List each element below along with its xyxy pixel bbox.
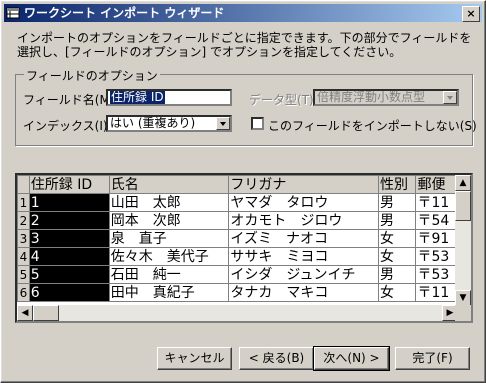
row-number: 6 [17, 283, 30, 302]
table-cell[interactable]: 男 [377, 193, 417, 212]
table-row: 2 2 岡本 次郎 オカモト ジロウ 男 〒54 [17, 211, 458, 230]
table-cell[interactable]: イシダ ジュンイチ [228, 265, 379, 284]
index-label: インデックス(I): [23, 119, 112, 133]
table-cell[interactable]: 2 [28, 211, 110, 230]
field-name-value: 住所録 ID [110, 90, 165, 104]
index-value: はい (重複あり) [110, 116, 196, 130]
column-header[interactable]: フリガナ [228, 175, 379, 194]
table-cell[interactable]: 6 [28, 283, 110, 302]
grid-viewport: 住所録 ID 氏名 フリガナ 性別 郵便 1 1 山田 太郎 ヤマダ タロウ 男… [17, 175, 458, 306]
description-text: インポートのオプションをフィールドごとに指定できます。下の部分でフィールドを選択… [17, 31, 472, 59]
table-cell[interactable]: ヤマダ タロウ [228, 193, 379, 212]
column-header[interactable]: 氏名 [108, 175, 230, 194]
header-row: 住所録 ID 氏名 フリガナ 性別 郵便 [17, 175, 458, 194]
skip-field-label[interactable]: このフィールドをインポートしない(S) [268, 117, 477, 134]
wizard-window: ワークシート インポート ウィザード × インポートのオプションをフィールドごと… [0, 0, 486, 383]
scrollbar-corner [455, 305, 471, 321]
data-type-select: 倍精度浮動小数点型 [313, 89, 459, 106]
skip-field-checkbox[interactable] [251, 117, 264, 130]
table-cell[interactable]: 女 [377, 229, 417, 248]
app-icon [6, 7, 20, 19]
back-button[interactable]: < 戻る(B) [239, 347, 314, 370]
index-select[interactable]: はい (重複あり) [106, 115, 232, 132]
horizontal-scrollbar[interactable]: ◀ ▶ [17, 305, 458, 321]
table-cell[interactable]: 岡本 次郎 [108, 211, 230, 230]
row-number: 4 [17, 247, 30, 266]
table-cell[interactable]: 田中 真紀子 [108, 283, 230, 302]
cancel-button[interactable]: キャンセル [157, 347, 232, 370]
field-name-input[interactable]: 住所録 ID [106, 89, 232, 106]
table-row: 1 1 山田 太郎 ヤマダ タロウ 男 〒11 [17, 193, 458, 212]
window-title: ワークシート インポート ウィザード [24, 6, 225, 20]
table-cell[interactable]: 女 [377, 283, 417, 302]
scroll-down-button[interactable]: ▼ [455, 290, 471, 306]
table-cell[interactable]: 〒91 [415, 229, 458, 248]
horizontal-scroll-thumb[interactable] [33, 305, 59, 321]
table-cell[interactable]: 〒11 [415, 283, 458, 302]
data-preview-grid[interactable]: 住所録 ID 氏名 フリガナ 性別 郵便 1 1 山田 太郎 ヤマダ タロウ 男… [15, 173, 473, 323]
table-cell[interactable]: 石田 純一 [108, 265, 230, 284]
row-number: 5 [17, 265, 30, 284]
table-cell[interactable]: 〒53 [415, 265, 458, 284]
vertical-scrollbar[interactable]: ▲ ▼ [455, 175, 471, 306]
table-cell[interactable]: タナカ マキコ [228, 283, 379, 302]
chevron-down-icon[interactable] [216, 117, 230, 130]
finish-button[interactable]: 完了(F) [395, 347, 470, 370]
table-cell[interactable]: 男 [377, 211, 417, 230]
table-row: 6 6 田中 真紀子 タナカ マキコ 女 〒11 [17, 283, 458, 302]
data-type-value: 倍精度浮動小数点型 [317, 90, 426, 104]
table-cell[interactable]: オカモト ジロウ [228, 211, 379, 230]
title-bar: ワークシート インポート ウィザード × [4, 4, 482, 22]
scroll-left-button[interactable]: ◀ [17, 305, 33, 321]
table-cell[interactable]: 5 [28, 265, 110, 284]
table-row: 3 3 泉 直子 イズミ ナオコ 女 〒91 [17, 229, 458, 248]
table-cell[interactable]: 4 [28, 247, 110, 266]
chevron-down-icon [443, 91, 457, 104]
table-row: 4 4 佐々木 美代子 ササキ ミヨコ 女 〒53 [17, 247, 458, 266]
table-cell[interactable]: 1 [28, 193, 110, 212]
close-button[interactable]: × [462, 6, 480, 22]
table-cell[interactable]: 男 [377, 265, 417, 284]
data-type-label: データ型(T): [249, 93, 318, 107]
vertical-scroll-thumb[interactable] [455, 191, 471, 221]
table-cell[interactable]: 佐々木 美代子 [108, 247, 230, 266]
preview-table: 住所録 ID 氏名 フリガナ 性別 郵便 1 1 山田 太郎 ヤマダ タロウ 男… [17, 175, 458, 302]
field-options-group: フィールドのオプション [15, 67, 473, 146]
table-cell[interactable]: 〒53 [415, 247, 458, 266]
field-name-label: フィールド名(M): [23, 93, 119, 107]
column-header[interactable]: 性別 [377, 175, 417, 194]
field-options-label: フィールドのオプション [24, 67, 160, 84]
row-number: 1 [17, 193, 30, 212]
table-cell[interactable]: イズミ ナオコ [228, 229, 379, 248]
table-cell[interactable]: 山田 太郎 [108, 193, 230, 212]
scroll-up-button[interactable]: ▲ [455, 175, 471, 191]
column-header[interactable]: 住所録 ID [28, 175, 110, 194]
row-number: 2 [17, 211, 30, 230]
table-cell[interactable]: 〒54 [415, 211, 458, 230]
table-row: 5 5 石田 純一 イシダ ジュンイチ 男 〒53 [17, 265, 458, 284]
table-cell[interactable]: 3 [28, 229, 110, 248]
row-number: 3 [17, 229, 30, 248]
table-cell[interactable]: 泉 直子 [108, 229, 230, 248]
table-cell[interactable]: 〒11 [415, 193, 458, 212]
table-cell[interactable]: 女 [377, 247, 417, 266]
column-header[interactable]: 郵便 [415, 175, 458, 194]
next-button[interactable]: 次へ(N) > [313, 346, 390, 371]
table-cell[interactable]: ササキ ミヨコ [228, 247, 379, 266]
row-header-corner [17, 175, 30, 194]
